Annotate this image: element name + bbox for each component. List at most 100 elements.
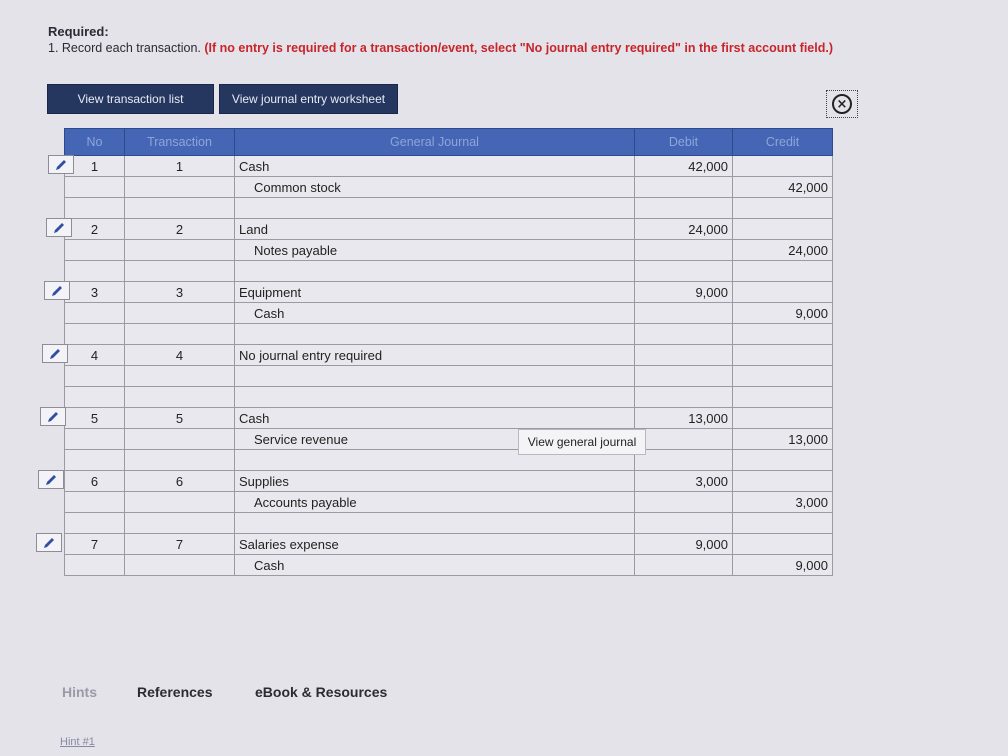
spacer-cell	[64, 260, 125, 282]
journal-entry-credit-row: Accounts payable 3,000	[64, 491, 833, 513]
journal-entry-credit-row: Cash 9,000	[64, 302, 833, 324]
edit-entry-button[interactable]	[42, 344, 68, 363]
entry-transaction-blank	[124, 491, 235, 513]
debit-amount-blank	[634, 239, 733, 261]
entry-no: 5	[64, 407, 125, 429]
debit-amount-blank	[634, 491, 733, 513]
debit-account: Cash	[234, 155, 635, 177]
table-header-row: No Transaction General Journal Debit Cre…	[64, 128, 833, 156]
spacer-cell	[634, 197, 733, 219]
edit-entry-button[interactable]	[36, 533, 62, 552]
credit-account	[234, 365, 635, 387]
instruction-main: 1. Record each transaction.	[48, 41, 201, 55]
journal-entry-debit-row: 1 1 Cash 42,000	[64, 155, 833, 177]
header-debit: Debit	[634, 128, 733, 156]
journal-entry-spacer-row	[64, 449, 833, 471]
journal-entry-credit-row: Common stock 42,000	[64, 176, 833, 198]
debit-amount: 42,000	[634, 155, 733, 177]
spacer-cell	[634, 323, 733, 345]
view-journal-worksheet-button[interactable]: View journal entry worksheet	[219, 84, 398, 114]
header-no: No	[64, 128, 125, 156]
entry-transaction: 4	[124, 344, 235, 366]
journal-entry-credit-row: Notes payable 24,000	[64, 239, 833, 261]
spacer-cell	[234, 386, 635, 408]
debit-amount: 9,000	[634, 533, 733, 555]
entry-no-blank	[64, 491, 125, 513]
journal-entry-credit-row: Service revenue 13,000	[64, 428, 833, 450]
debit-account: No journal entry required	[234, 344, 635, 366]
credit-amount-blank	[732, 407, 833, 429]
spacer-cell	[124, 197, 235, 219]
entry-transaction: 2	[124, 218, 235, 240]
journal-entry-spacer-row	[64, 197, 833, 219]
spacer-cell	[634, 386, 733, 408]
entry-transaction: 5	[124, 407, 235, 429]
entry-transaction-blank	[124, 428, 235, 450]
edit-entry-button[interactable]	[38, 470, 64, 489]
ebook-resources-link[interactable]: eBook & Resources	[255, 684, 387, 700]
spacer-cell	[234, 512, 635, 534]
spacer-cell	[634, 512, 733, 534]
pencil-icon	[52, 285, 62, 296]
entry-transaction-blank	[124, 302, 235, 324]
spacer-cell	[64, 386, 125, 408]
entry-no-blank	[64, 428, 125, 450]
entry-no: 2	[64, 218, 125, 240]
credit-account: Cash	[234, 302, 635, 324]
debit-amount-blank	[634, 365, 733, 387]
credit-amount-blank	[732, 281, 833, 303]
debit-amount	[634, 344, 733, 366]
journal-entry-credit-row	[64, 365, 833, 387]
edit-entry-button[interactable]	[46, 218, 72, 237]
debit-amount: 24,000	[634, 218, 733, 240]
entry-no-blank	[64, 554, 125, 576]
general-journal-table: No Transaction General Journal Debit Cre…	[64, 128, 833, 576]
instruction-text: 1. Record each transaction. (If no entry…	[48, 41, 833, 55]
spacer-cell	[732, 512, 833, 534]
debit-account: Cash	[234, 407, 635, 429]
edit-entry-button[interactable]	[44, 281, 70, 300]
journal-entry-credit-row: Cash 9,000	[64, 554, 833, 576]
view-transaction-list-button[interactable]: View transaction list	[47, 84, 214, 114]
spacer-cell	[732, 386, 833, 408]
entry-transaction-blank	[124, 176, 235, 198]
debit-amount-blank	[634, 428, 733, 450]
entry-no: 3	[64, 281, 125, 303]
debit-amount: 3,000	[634, 470, 733, 492]
spacer-cell	[234, 260, 635, 282]
pencil-icon	[44, 537, 54, 548]
close-button[interactable]: ×	[826, 90, 858, 118]
spacer-cell	[732, 323, 833, 345]
debit-amount-blank	[634, 554, 733, 576]
edit-entry-button[interactable]	[40, 407, 66, 426]
pencil-icon	[54, 222, 64, 233]
edit-entry-button[interactable]	[48, 155, 74, 174]
entry-transaction-blank	[124, 365, 235, 387]
spacer-cell	[634, 449, 733, 471]
entry-no: 4	[64, 344, 125, 366]
credit-amount	[732, 365, 833, 387]
close-icon: ×	[832, 94, 852, 114]
credit-amount-blank	[732, 533, 833, 555]
debit-amount-blank	[634, 176, 733, 198]
pencil-icon	[46, 474, 56, 485]
credit-amount: 13,000	[732, 428, 833, 450]
spacer-cell	[124, 260, 235, 282]
journal-entry-debit-row: 4 4 No journal entry required	[64, 344, 833, 366]
header-transaction: Transaction	[124, 128, 235, 156]
credit-amount-blank	[732, 155, 833, 177]
pencil-icon	[50, 348, 60, 359]
entry-no-blank	[64, 176, 125, 198]
hint-1-link[interactable]: Hint #1	[60, 736, 95, 748]
view-general-journal-tooltip[interactable]: View general journal	[518, 429, 646, 455]
hints-link[interactable]: Hints	[62, 684, 97, 700]
spacer-cell	[124, 449, 235, 471]
journal-entry-spacer-row	[64, 386, 833, 408]
references-link[interactable]: References	[137, 684, 213, 700]
journal-entry-spacer-row	[64, 260, 833, 282]
header-general-journal: General Journal	[234, 128, 635, 156]
entry-transaction: 6	[124, 470, 235, 492]
entry-no: 6	[64, 470, 125, 492]
journal-entry-debit-row: 7 7 Salaries expense 9,000	[64, 533, 833, 555]
credit-account: Accounts payable	[234, 491, 635, 513]
